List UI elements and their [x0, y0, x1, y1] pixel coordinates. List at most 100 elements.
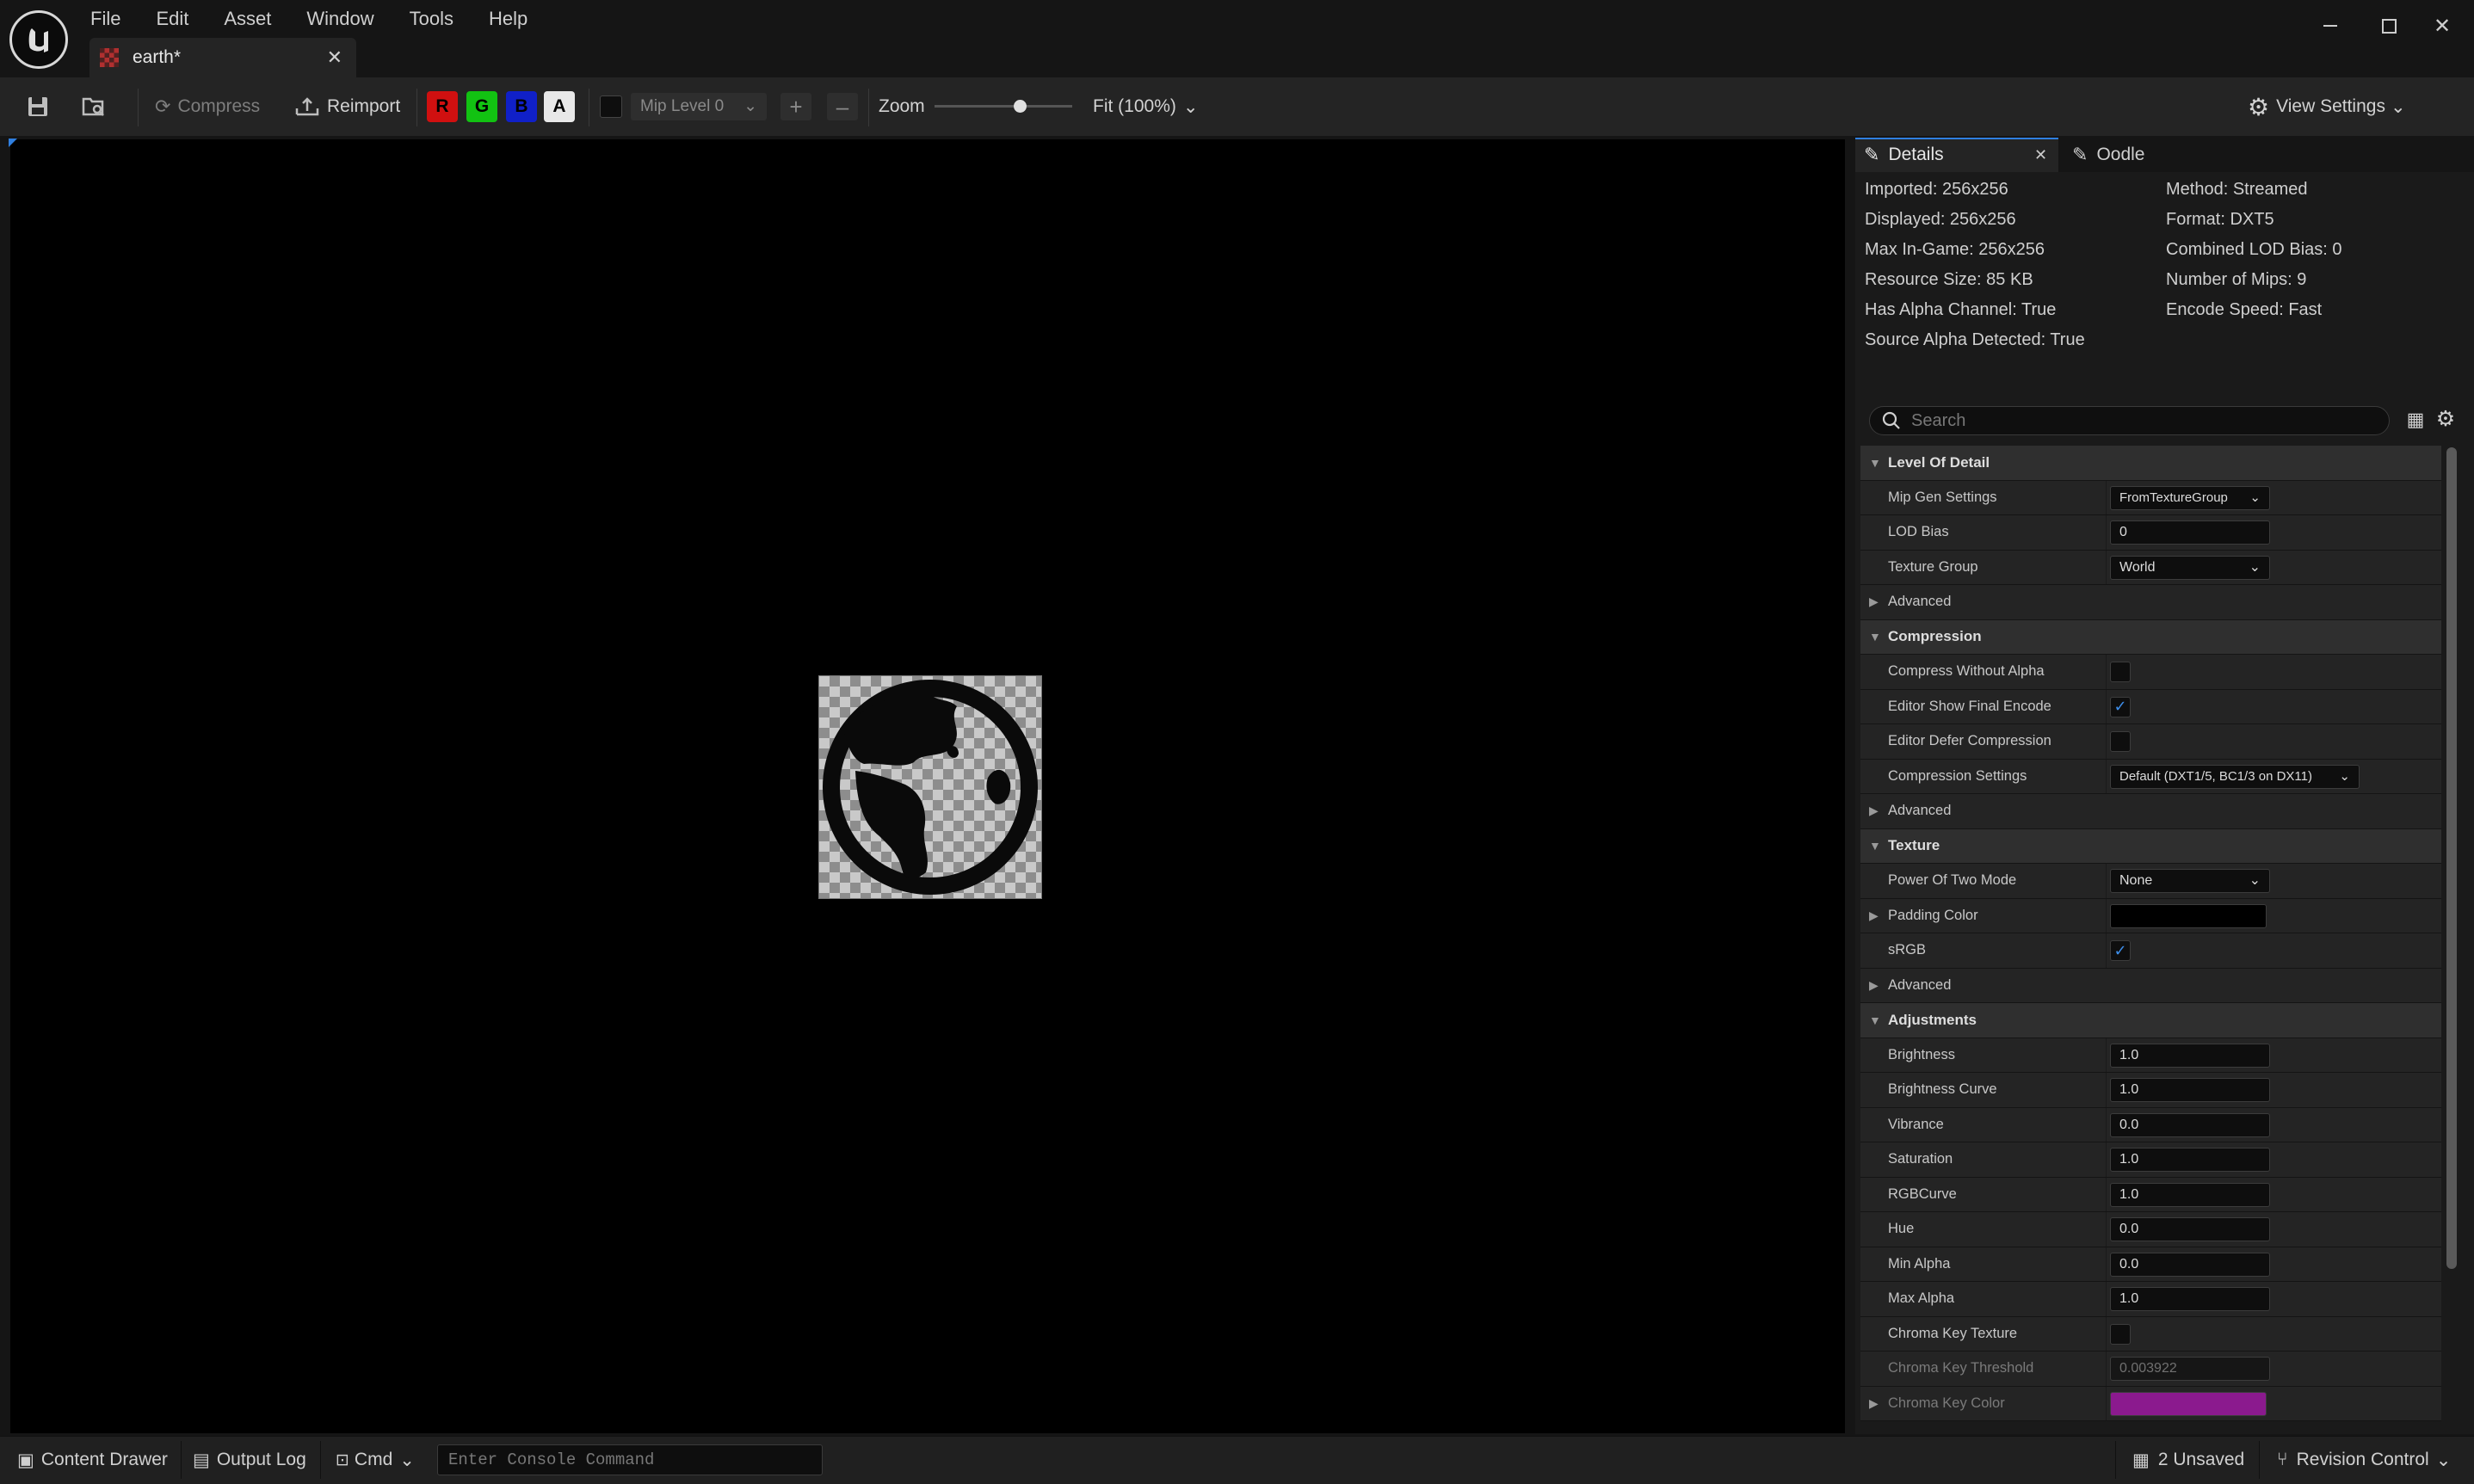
info-encode-speed: Encode Speed: Fast [2166, 300, 2323, 319]
brightness-curve-input[interactable]: 1.0 [2110, 1078, 2270, 1102]
content-drawer-button[interactable]: ▣ Content Drawer [17, 1436, 168, 1484]
prop-label: sRGB [1888, 942, 1927, 958]
prop-lod-bias: LOD Bias 0 [1860, 515, 2441, 551]
mip-level-dropdown[interactable]: Mip Level 0 ⌄ [631, 93, 767, 120]
zoom-slider-thumb[interactable] [1014, 100, 1027, 113]
cmd-dropdown[interactable]: ⊡ Cmd ⌄ [336, 1436, 415, 1484]
menu-asset[interactable]: Asset [224, 0, 287, 38]
dropdown-value: FromTextureGroup [2119, 490, 2228, 505]
zoom-fit-value: Fit (100%) [1093, 96, 1176, 116]
console-command-box[interactable] [437, 1444, 823, 1475]
reimport-button[interactable]: Reimport [294, 77, 400, 136]
compression-settings-dropdown[interactable]: Default (DXT1/5, BC1/3 on DX11) ⌄ [2110, 764, 2360, 789]
output-log-icon: ▤ [193, 1450, 210, 1470]
save-icon[interactable] [26, 77, 50, 136]
expand-arrow-icon[interactable]: ▶ [1869, 908, 1879, 923]
vibrance-input[interactable]: 0.0 [2110, 1112, 2270, 1137]
prop-label: Hue [1888, 1221, 1915, 1237]
channel-g-toggle[interactable]: G [466, 91, 497, 122]
advanced-compression-toggle[interactable]: ▶ Advanced [1860, 794, 2441, 829]
prop-hue: Hue 0.0 [1860, 1212, 2441, 1247]
prop-texture-group: Texture Group World ⌄ [1860, 550, 2441, 585]
max-alpha-input[interactable]: 1.0 [2110, 1287, 2270, 1311]
category-adjustments[interactable]: ▼ Adjustments [1860, 1003, 2441, 1038]
info-left: Imported: 256x256 Displayed: 256x256 Max… [1865, 175, 2085, 355]
expand-arrow-icon: ▼ [1869, 630, 1881, 644]
chevron-down-icon: ⌄ [399, 1450, 415, 1470]
dropdown-value: None [2119, 873, 2153, 888]
menu-edit[interactable]: Edit [156, 0, 204, 38]
prop-chroma-key-threshold: Chroma Key Threshold 0.003922 [1860, 1352, 2441, 1387]
menu-window[interactable]: Window [306, 0, 389, 38]
power-of-two-dropdown[interactable]: None ⌄ [2110, 869, 2270, 893]
menu-file[interactable]: File [90, 0, 136, 38]
menu-help[interactable]: Help [489, 0, 543, 38]
close-details-tab-icon[interactable]: ✕ [2034, 138, 2047, 172]
chevron-down-icon: ⌄ [2435, 1450, 2452, 1470]
category-level-of-detail[interactable]: ▼ Level Of Detail [1860, 446, 2441, 481]
document-tab[interactable]: earth* ✕ [89, 38, 356, 77]
editor-show-final-encode-checkbox[interactable]: ✓ [2110, 696, 2131, 717]
texture-preview [818, 675, 1042, 899]
channel-b-toggle[interactable]: B [506, 91, 537, 122]
checkerboard-toggle[interactable] [600, 95, 622, 118]
channel-r-toggle[interactable]: R [427, 91, 458, 122]
details-search-box[interactable] [1869, 406, 2390, 435]
category-texture[interactable]: ▼ Texture [1860, 828, 2441, 864]
close-window-icon[interactable]: ✕ [2425, 12, 2459, 40]
maximize-icon[interactable] [2372, 12, 2406, 40]
prop-label: Max Alpha [1888, 1290, 1955, 1307]
advanced-texture-toggle[interactable]: ▶ Advanced [1860, 968, 2441, 1003]
search-input[interactable] [1911, 410, 2359, 431]
tab-details-content[interactable]: ✎ Details [1864, 138, 1944, 172]
browse-asset-icon[interactable] [81, 77, 107, 136]
minus-icon[interactable]: – [827, 93, 858, 120]
category-compression[interactable]: ▼ Compression [1860, 619, 2441, 655]
zoom-fit-dropdown[interactable]: Fit (100%) ⌄ [1093, 77, 1198, 136]
min-alpha-input[interactable]: 0.0 [2110, 1252, 2270, 1277]
mip-gen-dropdown[interactable]: FromTextureGroup ⌄ [2110, 485, 2270, 510]
close-tab-icon[interactable]: ✕ [327, 46, 342, 69]
table-view-icon[interactable]: ▦ [2405, 409, 2426, 430]
compress-button[interactable]: ⟳ Compress [155, 77, 260, 136]
lod-bias-input[interactable]: 0 [2110, 520, 2270, 545]
chroma-key-texture-checkbox[interactable] [2110, 1323, 2131, 1345]
revision-control-button[interactable]: ⑂ Revision Control ⌄ [2277, 1436, 2451, 1484]
unsaved-button[interactable]: ▦ 2 Unsaved [2132, 1436, 2244, 1484]
viewport-corner-marker [9, 139, 17, 147]
console-command-input[interactable] [448, 1450, 810, 1469]
expand-arrow-icon[interactable]: ▶ [1869, 1396, 1879, 1411]
minimize-icon[interactable] [2313, 12, 2348, 40]
unreal-logo-icon[interactable] [9, 10, 68, 69]
tab-oodle[interactable]: ✎ Oodle [2072, 138, 2144, 172]
property-list: ▼ Level Of Detail Mip Gen Settings FromT… [1860, 446, 2441, 1428]
padding-color-swatch[interactable] [2110, 903, 2267, 928]
output-log-button[interactable]: ▤ Output Log [193, 1436, 306, 1484]
details-scrollbar[interactable] [2446, 447, 2457, 1269]
chevron-down-icon: ⌄ [1182, 96, 1199, 117]
menu-bar: File Edit Asset Window Tools Help [90, 0, 563, 38]
view-settings-button[interactable]: ⚙ View Settings ⌄ [2248, 77, 2406, 136]
earth-globe-icon [823, 680, 1038, 895]
compress-without-alpha-checkbox[interactable] [2110, 662, 2131, 682]
plus-icon[interactable]: + [780, 93, 811, 120]
saturation-input[interactable]: 1.0 [2110, 1148, 2270, 1172]
tab-details-label: Details [1888, 145, 1944, 164]
brightness-input[interactable]: 1.0 [2110, 1043, 2270, 1068]
advanced-lod-toggle[interactable]: ▶ Advanced [1860, 585, 2441, 620]
rgbcurve-input[interactable]: 1.0 [2110, 1182, 2270, 1207]
category-label: Adjustments [1888, 1011, 1977, 1028]
search-icon [1882, 411, 1900, 429]
info-format: Format: DXT5 [2166, 210, 2274, 229]
settings-gear-icon[interactable]: ⚙ [2434, 407, 2457, 431]
channel-a-toggle[interactable]: A [544, 91, 575, 122]
hue-input[interactable]: 0.0 [2110, 1217, 2270, 1241]
texture-group-dropdown[interactable]: World ⌄ [2110, 555, 2270, 580]
prop-brightness: Brightness 1.0 [1860, 1038, 2441, 1073]
srgb-checkbox[interactable]: ✓ [2110, 940, 2131, 961]
prop-label: Mip Gen Settings [1888, 489, 1997, 505]
editor-defer-compression-checkbox[interactable] [2110, 731, 2131, 752]
mip-level-value: Mip Level 0 [640, 97, 725, 115]
zoom-slider-track[interactable] [935, 100, 1072, 113]
menu-tools[interactable]: Tools [410, 0, 469, 38]
